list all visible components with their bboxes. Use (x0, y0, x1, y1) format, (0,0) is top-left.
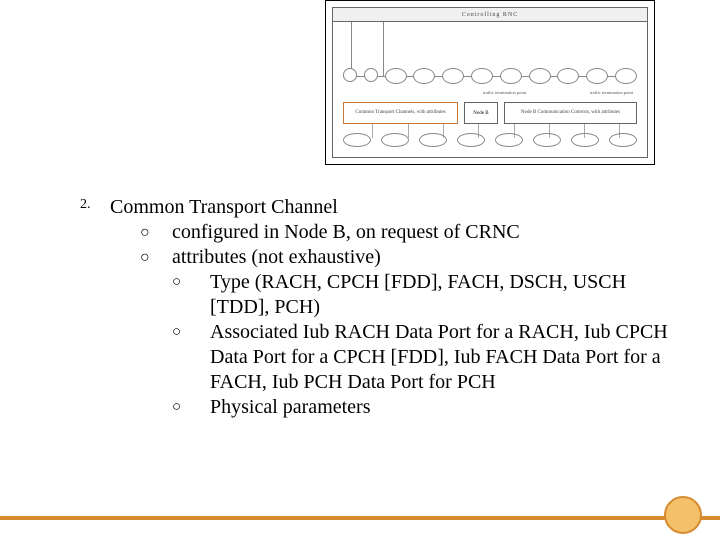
diagram-outer: Controlling RNC traffic termination poin… (332, 7, 648, 158)
bullet-icon: ○ (172, 270, 210, 295)
diagram-ellipse (419, 133, 447, 147)
subsub-item-text: Associated Iub RACH Data Port for a RACH… (210, 320, 670, 395)
diagram-ellipse (529, 68, 551, 84)
diagram-box-row: Common Transport Channels, with attribut… (343, 102, 637, 124)
bullet-icon: ○ (172, 395, 210, 420)
bullet-icon: ○ (172, 320, 210, 345)
diagram-ellipse (571, 133, 599, 147)
diagram-ellipse (457, 133, 485, 147)
diagram-ellipse (385, 68, 407, 84)
content: 2. Common Transport Channel ○ configured… (80, 195, 670, 420)
item-body: Common Transport Channel ○ configured in… (110, 195, 670, 420)
subsub-item: ○ Associated Iub RACH Data Port for a RA… (110, 320, 670, 395)
item-number: 2. (80, 195, 110, 213)
diagram-ellipse (615, 68, 637, 84)
diagram-ellipse (381, 133, 409, 147)
diagram-ellipse (533, 133, 561, 147)
diagram-ellipse (442, 68, 464, 84)
diagram-ellipse (343, 133, 371, 147)
bullet-icon: ○ (140, 245, 172, 270)
slide: Controlling RNC traffic termination poin… (0, 0, 720, 540)
subsub-item: ○ Type (RACH, CPCH [FDD], FACH, DSCH, US… (110, 270, 670, 320)
diagram-ellipse (500, 68, 522, 84)
diagram-ellipse (557, 68, 579, 84)
accent-line (0, 516, 720, 520)
subsub-item: ○ Physical parameters (110, 395, 670, 420)
diagram-ellipse (471, 68, 493, 84)
sub-item-text: attributes (not exhaustive) (172, 245, 670, 270)
architecture-diagram: Controlling RNC traffic termination poin… (325, 0, 655, 165)
diagram-nodeb-box: Node B (464, 102, 498, 124)
sub-item: ○ configured in Node B, on request of CR… (110, 220, 670, 245)
accent-circle-icon (664, 496, 702, 534)
bullet-icon: ○ (140, 220, 172, 245)
diagram-commctx-box: Node B Communication Contexts, with attr… (504, 102, 637, 124)
diagram-ellipse (413, 68, 435, 84)
diagram-term-label: traffic termination point (590, 90, 633, 95)
subsub-item-text: Type (RACH, CPCH [FDD], FACH, DSCH, USCH… (210, 270, 670, 320)
subsub-item-text: Physical parameters (210, 395, 670, 420)
diagram-ellipse (495, 133, 523, 147)
diagram-term-label: traffic termination point (483, 90, 526, 95)
diagram-ellipse (586, 68, 608, 84)
list-item: 2. Common Transport Channel ○ configured… (80, 195, 670, 420)
sub-item-text: configured in Node B, on request of CRNC (172, 220, 670, 245)
diagram-ellipse (343, 68, 357, 82)
sub-item: ○ attributes (not exhaustive) (110, 245, 670, 270)
diagram-bottom-ellipses (343, 133, 637, 147)
diagram-ellipse (609, 133, 637, 147)
diagram-header: Controlling RNC (333, 8, 647, 22)
diagram-ellipse (364, 68, 378, 82)
item-title: Common Transport Channel (110, 195, 670, 220)
diagram-common-transport-box: Common Transport Channels, with attribut… (343, 102, 458, 124)
